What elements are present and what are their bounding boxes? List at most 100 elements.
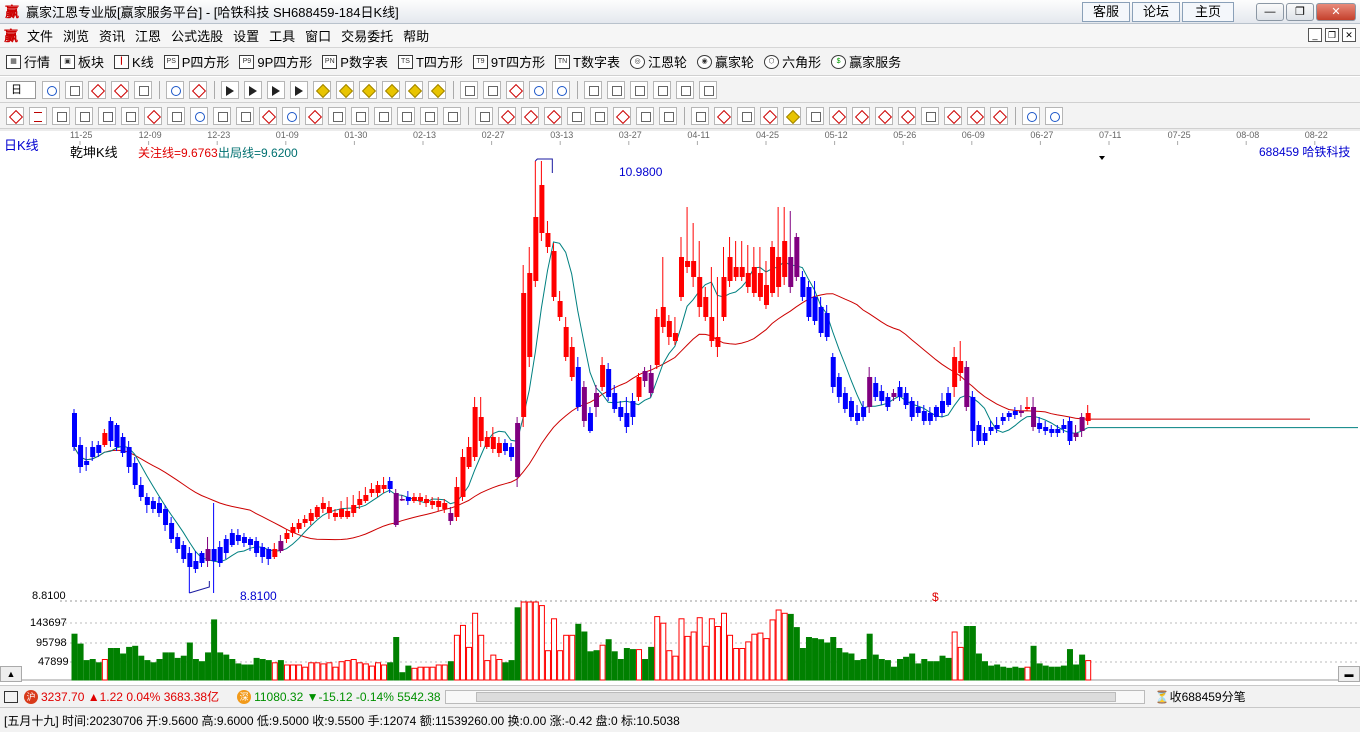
percent-tool-icon[interactable]: [714, 106, 732, 125]
kline-alt-icon[interactable]: [111, 80, 129, 99]
first-icon[interactable]: [221, 80, 239, 99]
fib-time-icon[interactable]: [397, 106, 415, 125]
scroll-down-icon[interactable]: ▬: [1338, 666, 1360, 682]
diagonal-icon[interactable]: [351, 106, 369, 125]
kline-chart[interactable]: 日K线 乾坤K线 关注线=9.6763 出局线=9.6200 688459 哈铁…: [0, 129, 1360, 686]
gann-box-icon[interactable]: [374, 106, 392, 125]
diamond-icon-4[interactable]: [382, 80, 400, 99]
arrow-tool-icon[interactable]: [829, 106, 847, 125]
line-tool-icon[interactable]: [506, 80, 524, 99]
menu-window[interactable]: 窗口: [300, 26, 336, 45]
nav-9t-square[interactable]: T9 9T四方形: [472, 52, 545, 71]
menu-settings[interactable]: 设置: [228, 26, 264, 45]
levels-5-icon[interactable]: [921, 106, 939, 125]
list-icon[interactable]: [691, 106, 709, 125]
nav-kline[interactable]: ┃ K线: [114, 52, 154, 71]
vertical-lines-icon[interactable]: [213, 106, 231, 125]
document-icon[interactable]: [65, 80, 83, 99]
prev-icon[interactable]: [267, 80, 285, 99]
menu-tools[interactable]: 工具: [264, 26, 300, 45]
diamond-icon-3[interactable]: [359, 80, 377, 99]
maximize-icon[interactable]: ❐: [1286, 3, 1314, 21]
nav-t-square[interactable]: TS T四方形: [397, 52, 463, 71]
ray-icon[interactable]: [498, 106, 516, 125]
percent-icon[interactable]: [737, 106, 755, 125]
crosshair-icon[interactable]: [483, 80, 501, 99]
fib-icon[interactable]: [236, 106, 254, 125]
menu-formula[interactable]: 公式选股: [166, 26, 228, 45]
menu-gann[interactable]: 江恩: [130, 26, 166, 45]
home-link[interactable]: 主页: [1182, 2, 1234, 22]
levels-6-icon[interactable]: [944, 106, 962, 125]
service-link[interactable]: 客服: [1082, 2, 1130, 22]
hatch-icon[interactable]: [544, 106, 562, 125]
levels-8-icon[interactable]: [990, 106, 1008, 125]
nav-t-table[interactable]: TN T数字表: [555, 52, 620, 71]
channel-icon[interactable]: [590, 106, 608, 125]
diamond-icon-1[interactable]: [313, 80, 331, 99]
matrix-2-icon[interactable]: [636, 106, 654, 125]
parallel-lines-icon[interactable]: [29, 106, 47, 125]
coin-icon[interactable]: [783, 106, 801, 125]
nav-service[interactable]: $ 赢家服务: [831, 52, 901, 71]
nav-gann-wheel[interactable]: ◎ 江恩轮: [630, 52, 687, 71]
next-icon[interactable]: [290, 80, 308, 99]
nav-p-square[interactable]: PS P四方形: [163, 52, 229, 71]
levels-7-icon[interactable]: [967, 106, 985, 125]
speed-lines-icon[interactable]: [659, 106, 677, 125]
menu-browse[interactable]: 浏览: [58, 26, 94, 45]
candle-select-icon[interactable]: [134, 80, 152, 99]
tick-filter-icon[interactable]: ⏳: [1155, 690, 1170, 704]
save-icon[interactable]: [653, 80, 671, 99]
levels-2-icon[interactable]: [806, 106, 824, 125]
wave-icon[interactable]: [121, 106, 139, 125]
fan-icon[interactable]: [144, 106, 162, 125]
rectangle-icon[interactable]: [475, 106, 493, 125]
grid-tool-icon[interactable]: [420, 106, 438, 125]
period-select[interactable]: 日: [6, 80, 36, 99]
last-icon[interactable]: [244, 80, 262, 99]
circle-tool-icon[interactable]: [190, 106, 208, 125]
menu-trade[interactable]: 交易委托: [336, 26, 398, 45]
status-scrollbar[interactable]: [444, 689, 1145, 704]
forum-link[interactable]: 论坛: [1132, 2, 1180, 22]
kline-chart-icon[interactable]: [88, 80, 106, 99]
nav-sectors[interactable]: ▣ 板块: [60, 52, 104, 71]
nav-winner-wheel[interactable]: ◉ 赢家轮: [697, 52, 754, 71]
levels-4-icon[interactable]: [898, 106, 916, 125]
diamond-icon-6[interactable]: [428, 80, 446, 99]
hand-icon[interactable]: [460, 80, 478, 99]
gann-grid-2-icon[interactable]: [75, 106, 93, 125]
diamond-icon-5[interactable]: [405, 80, 423, 99]
diamond-icon-2[interactable]: [336, 80, 354, 99]
ruler-icon[interactable]: [443, 106, 461, 125]
chart-canvas[interactable]: [0, 129, 1360, 686]
analysis-icon[interactable]: [42, 80, 60, 99]
arrow-chart-icon[interactable]: [189, 80, 207, 99]
bars-icon[interactable]: [167, 106, 185, 125]
tick-text[interactable]: 收688459分笔: [1170, 688, 1246, 705]
ring-icon[interactable]: [166, 80, 184, 99]
link-icon[interactable]: [552, 80, 570, 99]
nav-hexagon[interactable]: ⬡ 六角形: [764, 52, 821, 71]
fork-icon[interactable]: [98, 106, 116, 125]
yin-yang-icon[interactable]: [1022, 106, 1040, 125]
table-status-icon[interactable]: [4, 690, 18, 703]
cycle-icon[interactable]: [282, 106, 300, 125]
mdi-restore-icon[interactable]: ❐: [1325, 28, 1339, 42]
close-icon[interactable]: ✕: [1316, 3, 1356, 21]
nav-9p-square[interactable]: P9 9P四方形: [239, 52, 312, 71]
star-icon[interactable]: [305, 106, 323, 125]
levels-icon[interactable]: [760, 106, 778, 125]
matrix-icon[interactable]: [613, 106, 631, 125]
minimize-icon[interactable]: —: [1256, 3, 1284, 21]
ellipse-icon[interactable]: [521, 106, 539, 125]
export-icon[interactable]: [699, 80, 717, 99]
gann-grid-icon[interactable]: [52, 106, 70, 125]
levels-3-icon[interactable]: [875, 106, 893, 125]
nav-p-table[interactable]: PN P数字表: [322, 52, 388, 71]
nav-quotes[interactable]: ▦ 行情: [6, 52, 50, 71]
square-icon[interactable]: [328, 106, 346, 125]
trend-icon[interactable]: [567, 106, 585, 125]
menu-file[interactable]: 文件: [22, 26, 58, 45]
